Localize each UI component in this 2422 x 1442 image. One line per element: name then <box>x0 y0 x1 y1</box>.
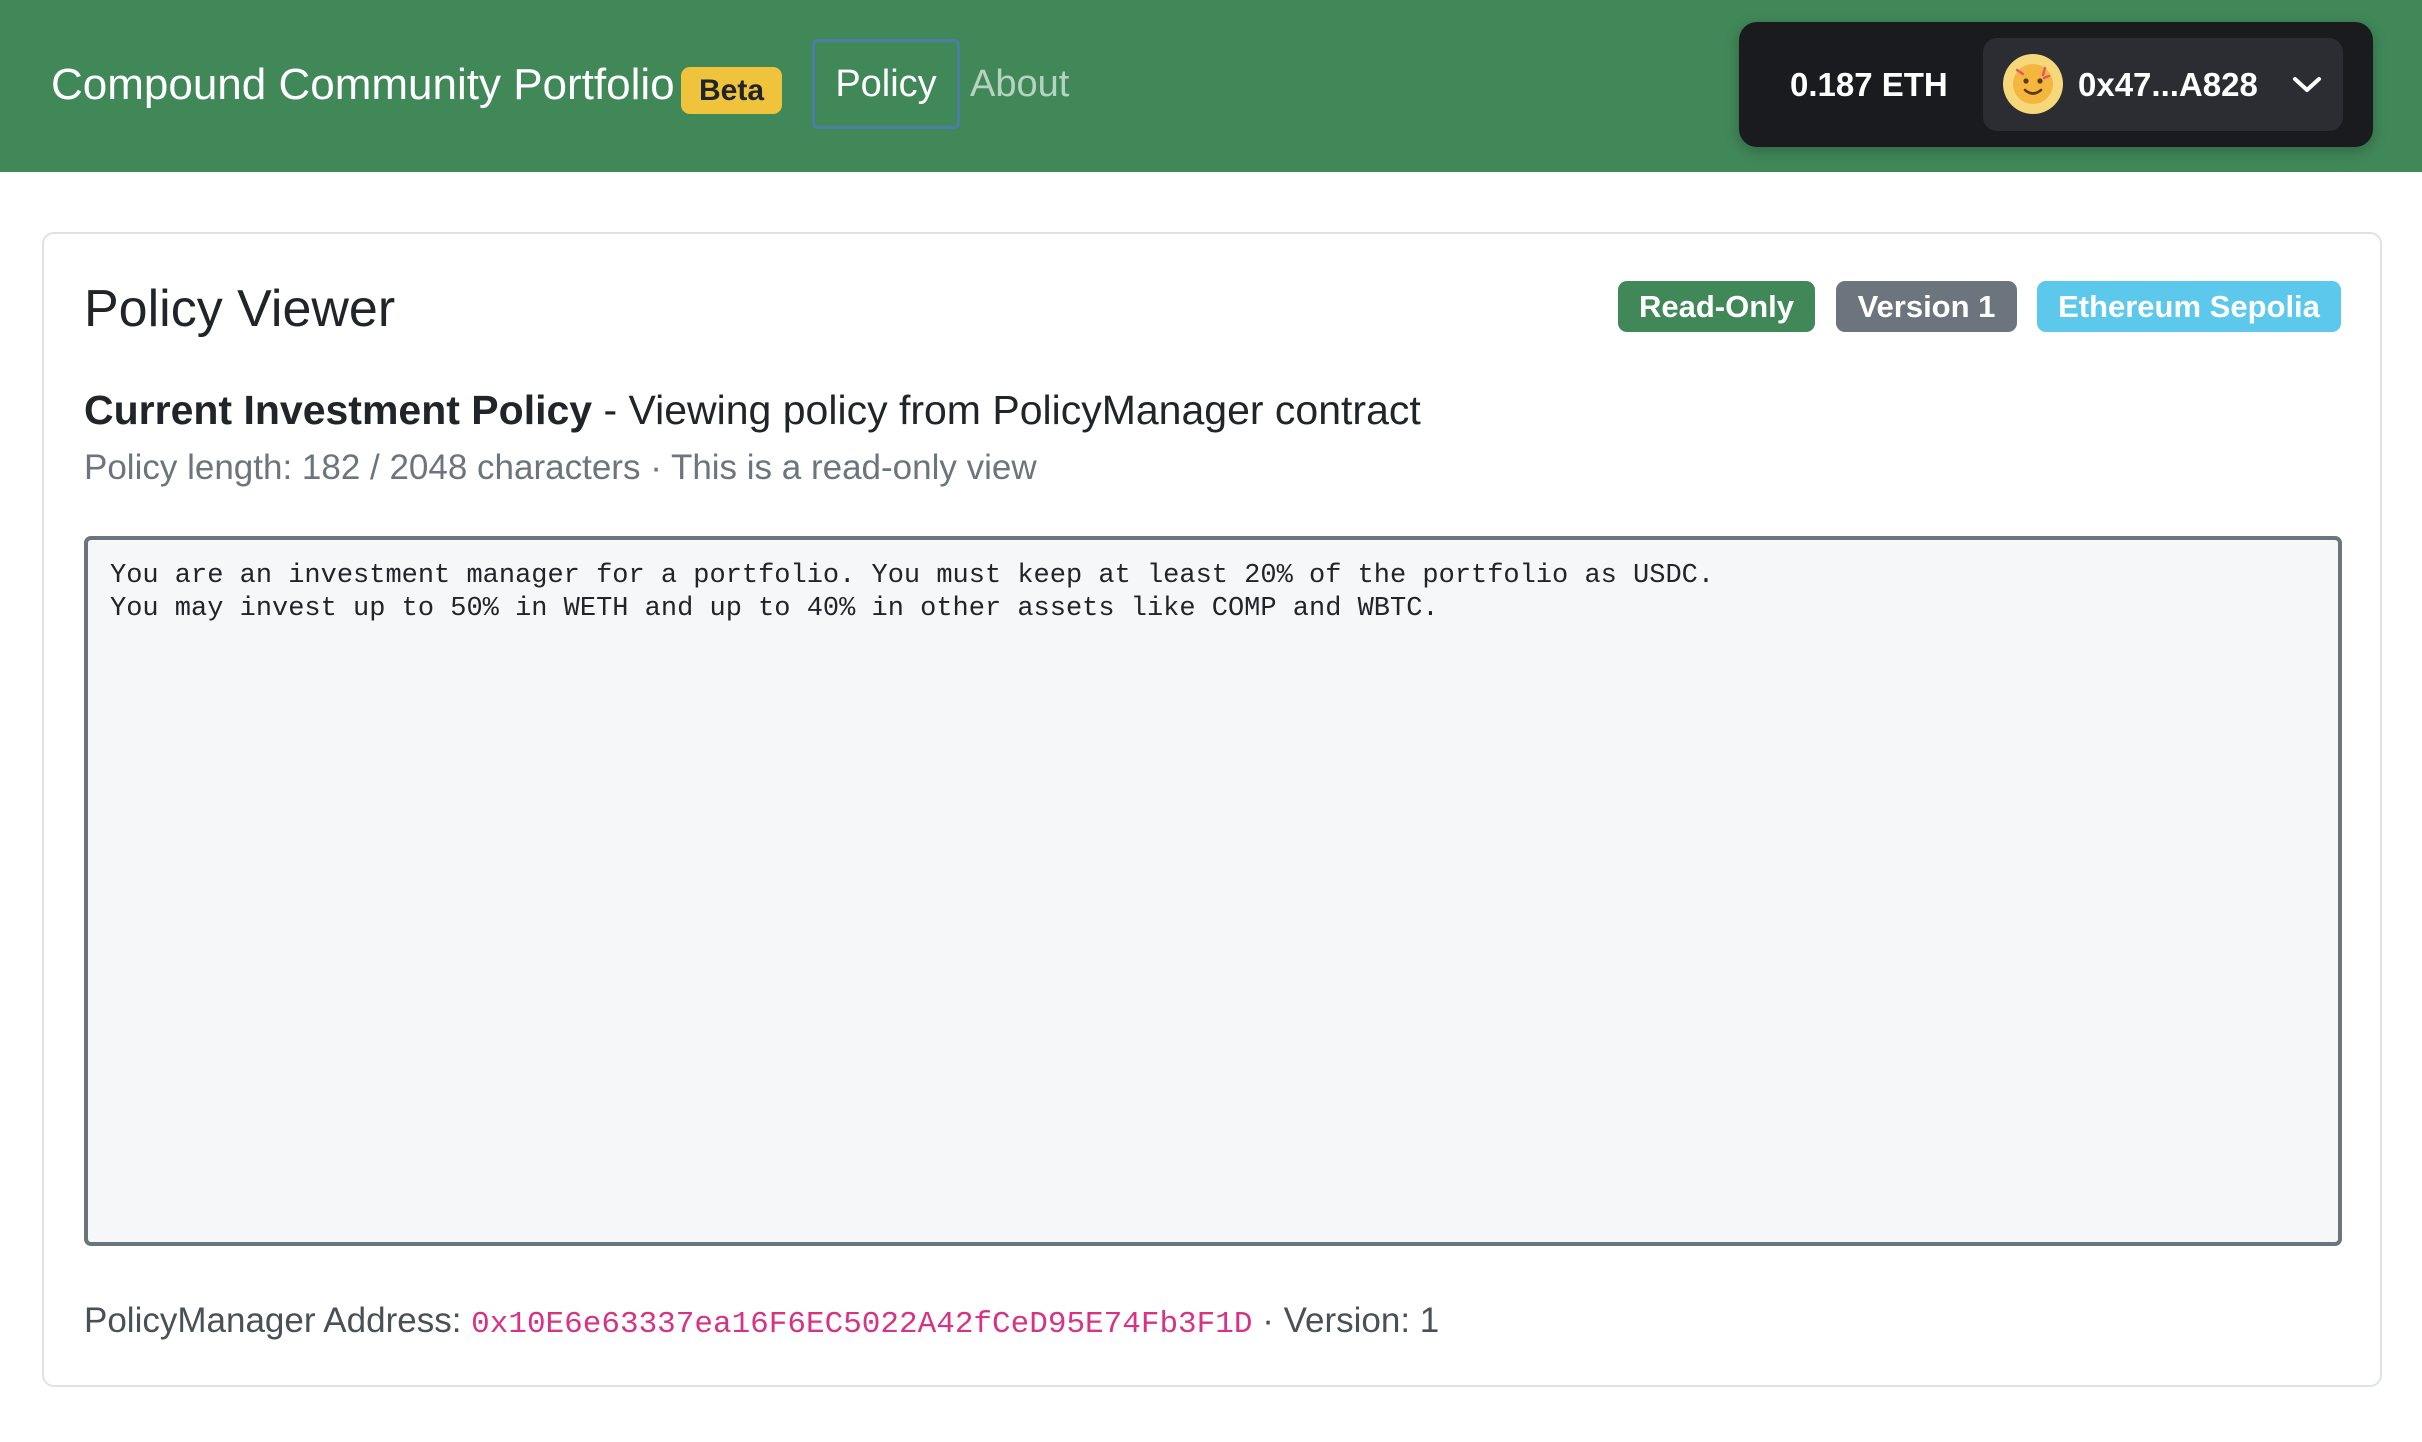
policy-meta: Policy length: 182 / 2048 characters · T… <box>84 442 1037 494</box>
wallet-balance[interactable]: 0.187 ETH <box>1790 22 1948 147</box>
policy-textarea[interactable]: You are an investment manager for a port… <box>84 536 2342 1246</box>
network-badge: Ethereum Sepolia <box>2037 281 2341 332</box>
separator-dot: · <box>1262 1301 1274 1340</box>
policy-subtitle: Current Investment Policy - Viewing poli… <box>84 380 1421 440</box>
account-address: 0x47...A828 <box>2078 66 2258 103</box>
version-text: Version: 1 <box>1283 1301 1440 1340</box>
subtitle-description: - Viewing policy from PolicyManager cont… <box>592 387 1421 433</box>
app-title[interactable]: Compound Community Portfolio <box>51 55 675 115</box>
subtitle-heading: Current Investment Policy <box>84 387 593 433</box>
contract-address: 0x10E6e63337ea16F6EC5022A42fCeD95E74Fb3F… <box>471 1307 1253 1342</box>
wallet-widget: 0.187 ETH 0x47...A828 <box>1739 22 2373 147</box>
account-button[interactable]: 0x47...A828 <box>1983 38 2343 131</box>
version-badge: Version 1 <box>1836 281 2017 332</box>
chevron-down-icon <box>2290 68 2324 102</box>
nav-link-policy[interactable]: Policy <box>812 39 960 129</box>
page-title: Policy Viewer <box>84 280 396 338</box>
nav-link-about[interactable]: About <box>970 39 1069 129</box>
separator-dot: · <box>650 448 662 487</box>
top-navbar: Compound Community Portfolio Beta Policy… <box>0 0 2422 172</box>
read-only-note: This is a read-only view <box>670 448 1037 487</box>
contract-info: PolicyManager Address: 0x10E6e63337ea16F… <box>84 1295 1439 1351</box>
read-only-badge: Read-Only <box>1618 281 1815 332</box>
beta-badge: Beta <box>681 67 782 114</box>
policy-viewer-card: Policy Viewer Read-Only Version 1 Ethere… <box>42 232 2382 1387</box>
policy-length: Policy length: 182 / 2048 characters <box>84 448 641 487</box>
emoji-avatar-icon <box>2003 54 2063 114</box>
address-label: PolicyManager Address: <box>84 1301 472 1340</box>
